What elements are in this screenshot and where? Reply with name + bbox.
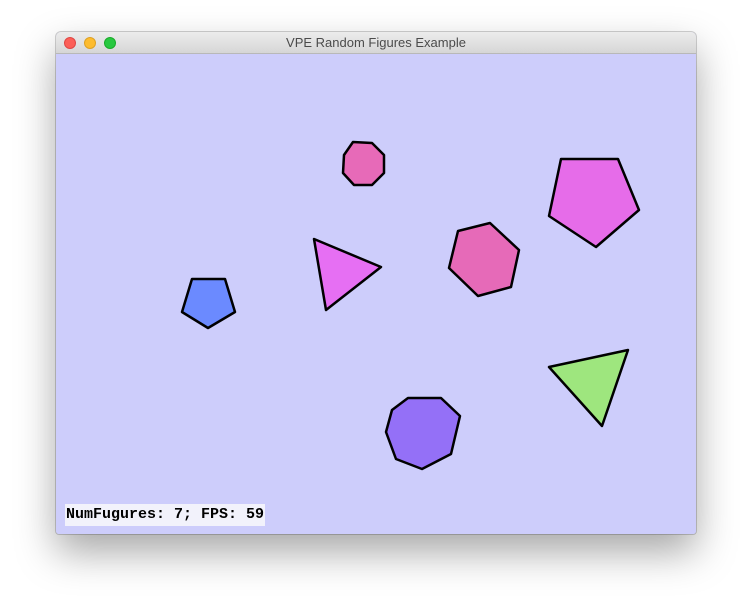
figures-canvas[interactable]: NumFugures: 7; FPS: 59 xyxy=(56,54,696,534)
figure-pentagon-large xyxy=(547,157,641,249)
figure-octagon-purple xyxy=(384,396,462,471)
figure-hexagon xyxy=(447,221,521,298)
figure-octagon-small xyxy=(341,140,386,187)
status-text: NumFugures: 7; FPS: 59 xyxy=(65,504,266,526)
figure-triangle-magenta xyxy=(312,237,383,312)
window-title: VPE Random Figures Example xyxy=(286,35,466,50)
app-window: VPE Random Figures Example NumFugures: 7… xyxy=(56,32,696,534)
title-bar[interactable]: VPE Random Figures Example xyxy=(56,32,696,54)
figure-pentagon-blue xyxy=(180,277,237,330)
figure-triangle-green xyxy=(547,348,630,428)
figures-svg xyxy=(180,140,641,471)
